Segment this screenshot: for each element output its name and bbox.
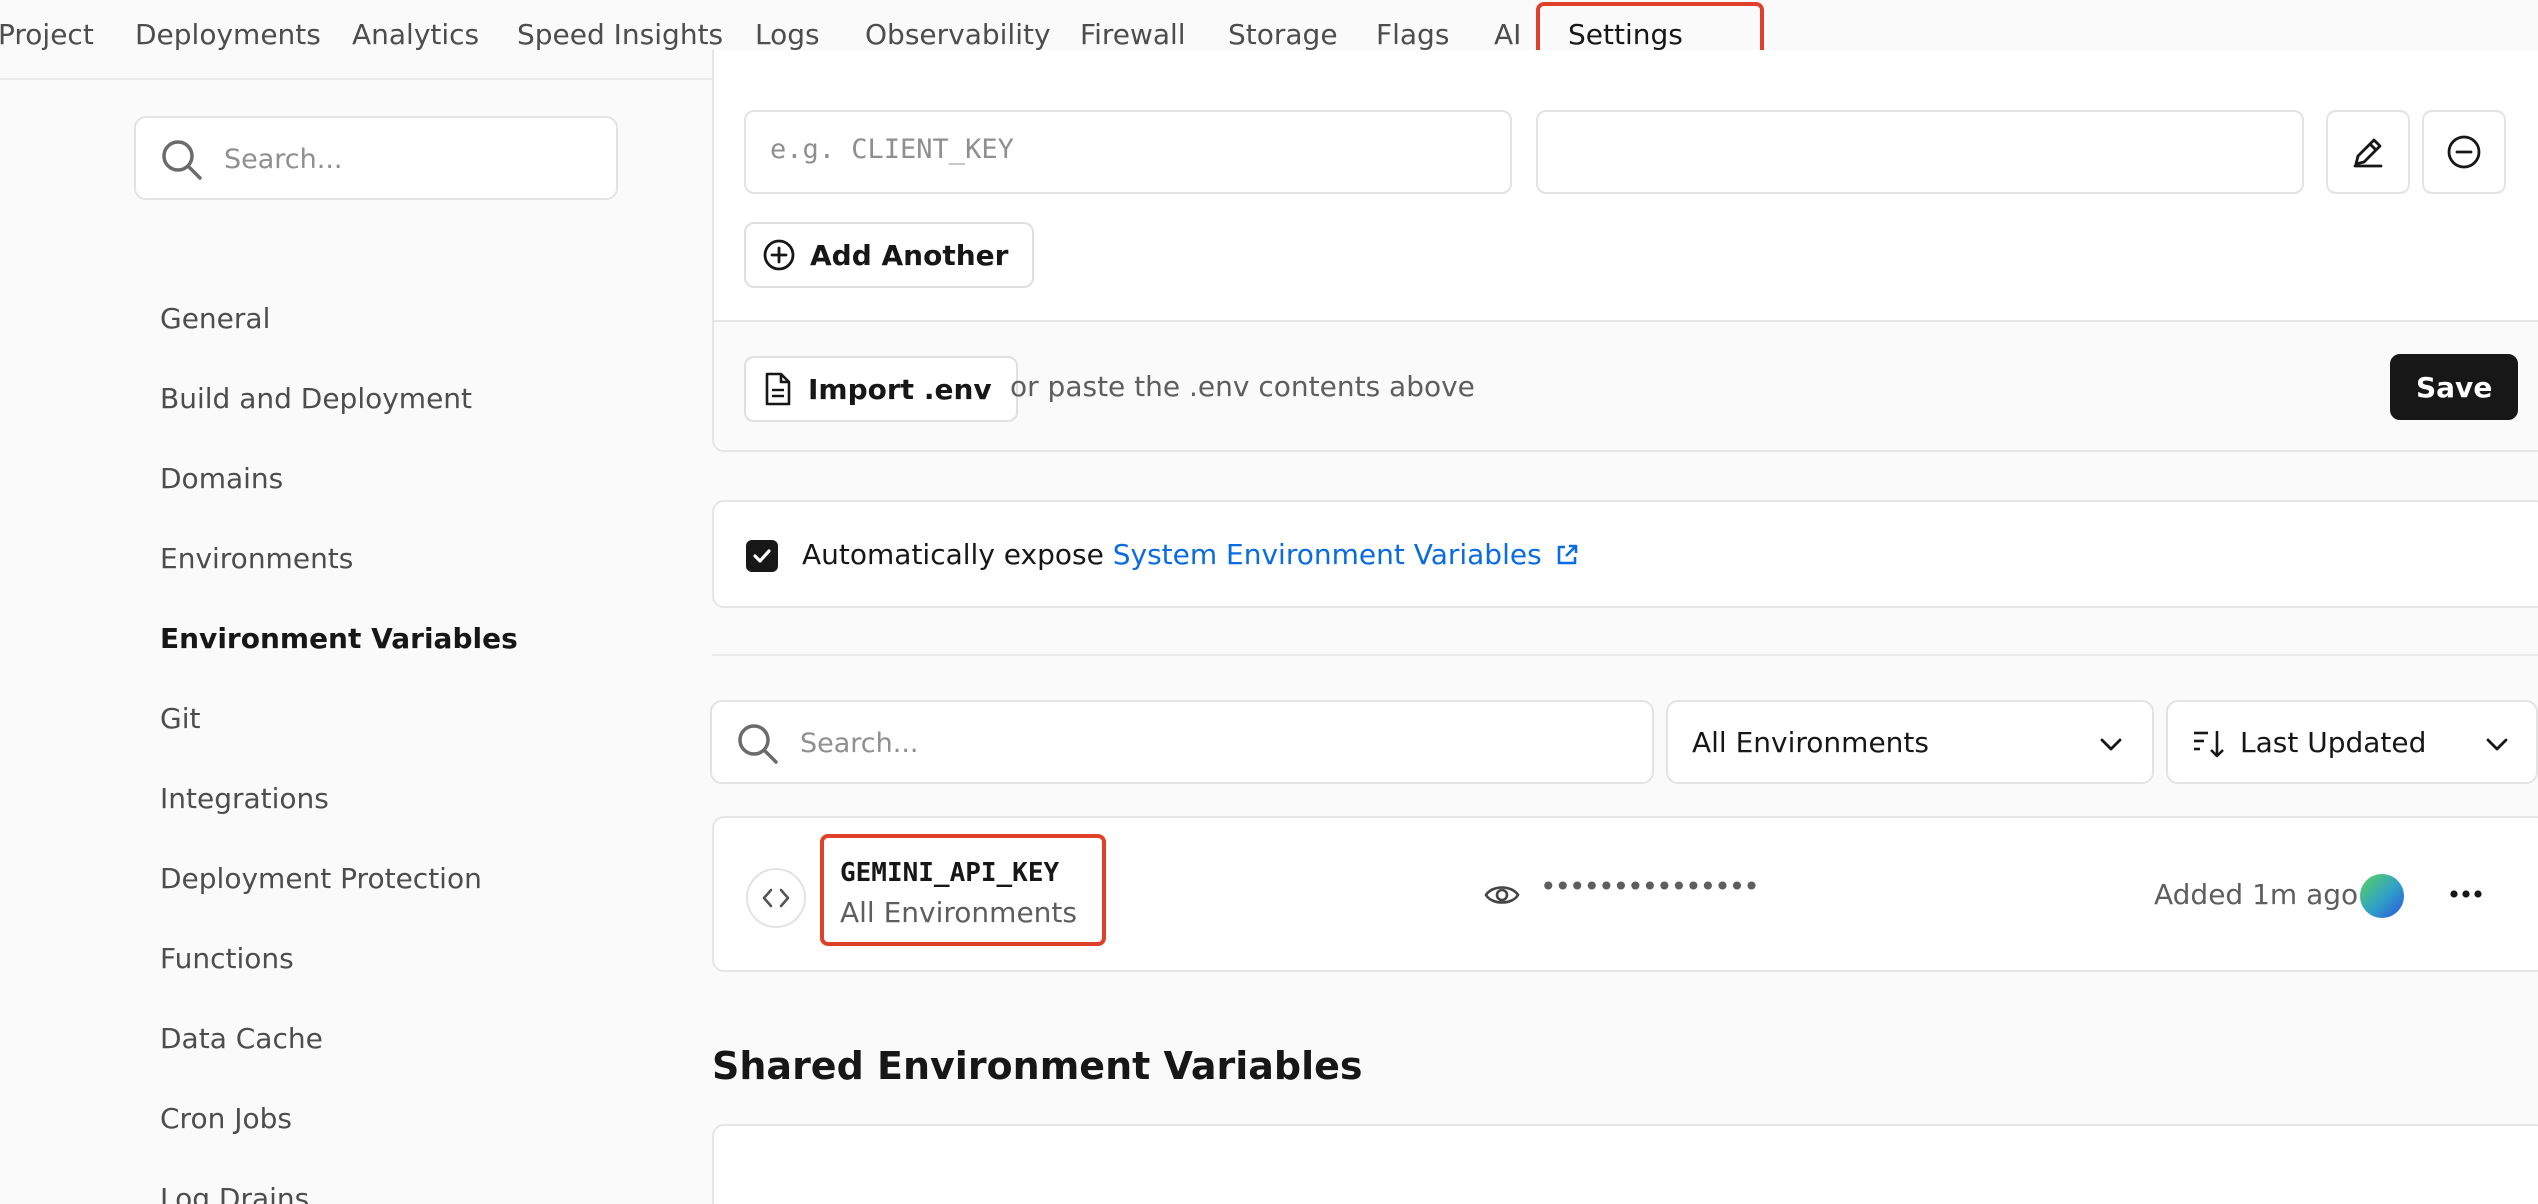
avatar: [2360, 874, 2404, 918]
check-icon: [753, 549, 771, 563]
section-divider: [712, 654, 2538, 656]
sidebar-item-deployment-protection[interactable]: Deployment Protection: [160, 862, 482, 895]
save-button[interactable]: Save: [2390, 354, 2519, 420]
sort-label: Last Updated: [2240, 726, 2427, 759]
key-input[interactable]: [770, 134, 1450, 165]
more-options-icon[interactable]: [2448, 876, 2484, 916]
environment-filter-label: All Environments: [1692, 726, 1929, 759]
paste-hint: or paste the .env contents above: [1010, 370, 1475, 403]
add-another-button[interactable]: Add Another: [744, 222, 1035, 288]
file-icon: [765, 372, 791, 406]
add-variable-form: Add Another Import .env or paste the .en…: [712, 50, 2538, 452]
tab-firewall[interactable]: Firewall: [1080, 18, 1186, 51]
variable-environments: All Environments: [840, 896, 1077, 929]
key-field: [744, 110, 1512, 194]
system-env-vars-option: Automatically expose System Environment …: [712, 500, 2538, 608]
sidebar-item-domains[interactable]: Domains: [160, 462, 283, 495]
variables-search: [710, 700, 1654, 784]
add-another-label: Add Another: [810, 238, 1009, 272]
external-link-icon: [1557, 544, 1577, 565]
sidebar-item-environments[interactable]: Environments: [160, 542, 353, 575]
added-timestamp: Added 1m ago: [2154, 878, 2359, 911]
tab-analytics[interactable]: Analytics: [352, 18, 479, 51]
edit-button[interactable]: [2326, 110, 2410, 194]
form-footer: Import .env or paste the .env contents a…: [714, 320, 2538, 450]
sort-select[interactable]: Last Updated: [2166, 700, 2538, 784]
search-icon: [160, 138, 204, 186]
sidebar-item-git[interactable]: Git: [160, 702, 200, 735]
sidebar-search: [134, 116, 618, 200]
system-env-vars-link[interactable]: System Environment Variables: [1113, 538, 1579, 571]
system-env-vars-link-text: System Environment Variables: [1112, 538, 1542, 571]
pencil-icon: [2353, 138, 2383, 168]
tab-logs[interactable]: Logs: [755, 18, 820, 51]
variable-name[interactable]: GEMINI_API_KEY: [840, 858, 1059, 888]
import-env-button[interactable]: Import .env: [744, 356, 1018, 422]
tab-project[interactable]: Project: [0, 18, 94, 51]
tab-ai[interactable]: AI: [1494, 18, 1521, 51]
sidebar-item-environment-variables[interactable]: Environment Variables: [160, 622, 518, 655]
expose-system-vars-text: Automatically expose System Environment …: [802, 538, 1579, 571]
tab-storage[interactable]: Storage: [1228, 18, 1338, 51]
masked-value: •••••••••••••••: [1540, 870, 1760, 903]
variables-search-input[interactable]: [800, 724, 1620, 762]
shared-env-vars-card: [712, 1124, 2538, 1204]
sidebar-item-integrations[interactable]: Integrations: [160, 782, 329, 815]
eye-icon[interactable]: [1484, 880, 1520, 914]
sidebar-item-general[interactable]: General: [160, 302, 270, 335]
chevron-down-icon: [2096, 730, 2126, 764]
expose-prefix: Automatically expose: [802, 538, 1104, 571]
tab-deployments[interactable]: Deployments: [135, 18, 321, 51]
tab-flags[interactable]: Flags: [1376, 18, 1449, 51]
shared-env-vars-heading: Shared Environment Variables: [712, 1044, 1363, 1088]
value-field: [1536, 110, 2304, 194]
tab-speed-insights[interactable]: Speed Insights: [517, 18, 723, 51]
value-input[interactable]: [1562, 134, 2242, 165]
chevron-down-icon: [2482, 730, 2512, 764]
sidebar-search-input[interactable]: [224, 140, 594, 178]
sidebar-item-build-and-deployment[interactable]: Build and Deployment: [160, 382, 472, 415]
variable-row: GEMINI_API_KEY All Environments ••••••••…: [712, 816, 2538, 972]
expose-system-vars-checkbox[interactable]: [746, 540, 778, 572]
sort-icon: [2192, 728, 2226, 764]
code-icon: [746, 868, 806, 928]
search-icon: [736, 722, 780, 770]
sidebar-item-data-cache[interactable]: Data Cache: [160, 1022, 323, 1055]
sidebar-item-cron-jobs[interactable]: Cron Jobs: [160, 1102, 292, 1135]
remove-button[interactable]: [2422, 110, 2506, 194]
tab-observability[interactable]: Observability: [865, 18, 1051, 51]
import-env-label: Import .env: [808, 372, 992, 406]
environment-filter-select[interactable]: All Environments: [1666, 700, 2154, 784]
tab-settings[interactable]: Settings: [1568, 18, 1683, 51]
minus-circle-icon: [2447, 135, 2481, 169]
plus-circle-icon: [763, 239, 795, 271]
sidebar-item-functions[interactable]: Functions: [160, 942, 294, 975]
sidebar-item-log-drains[interactable]: Log Drains: [160, 1182, 309, 1204]
